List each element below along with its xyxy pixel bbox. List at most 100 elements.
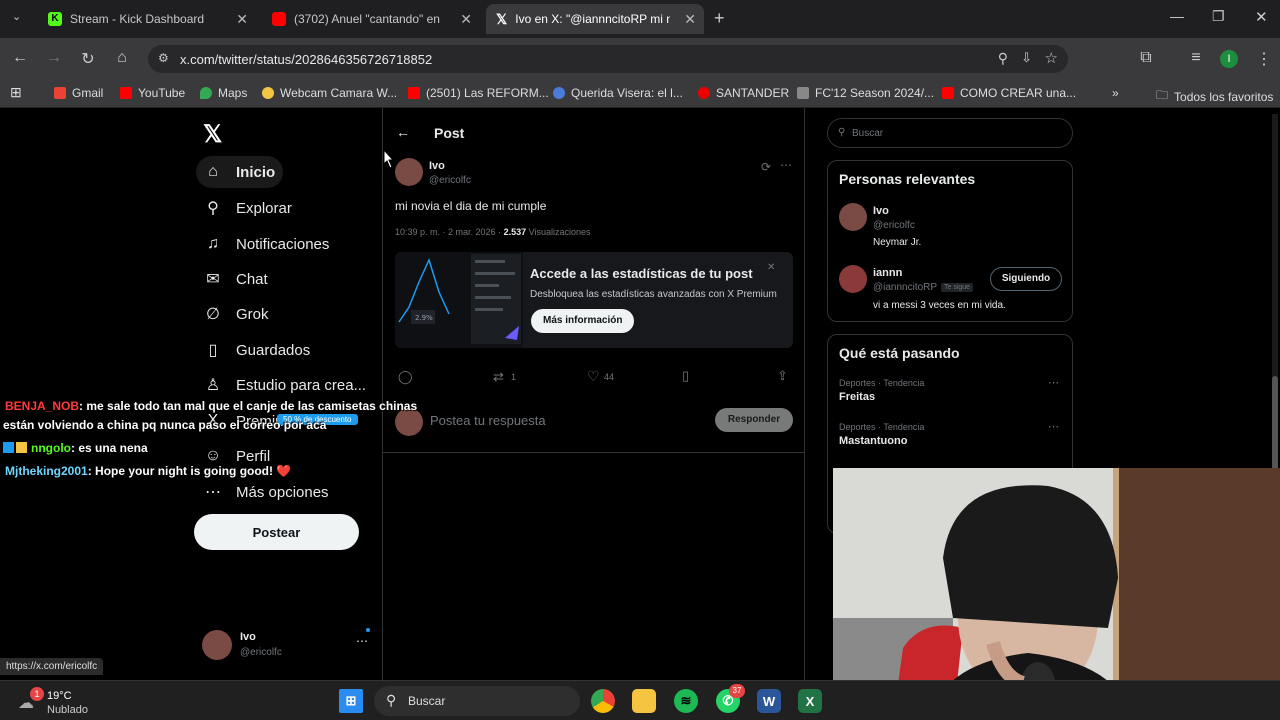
grok-icon[interactable]: ⟳ bbox=[761, 160, 771, 174]
bookmark-label: Todos los favoritos bbox=[1174, 89, 1274, 104]
reply-icon[interactable]: ◯ bbox=[398, 369, 413, 385]
weather-widget[interactable]: ☁ 1 19°C Nublado bbox=[14, 687, 124, 717]
back-icon[interactable]: ← bbox=[10, 49, 30, 67]
bookmark-webcam[interactable]: Webcam Camara W... bbox=[262, 86, 397, 100]
bookmark-label: Gmail bbox=[72, 86, 104, 100]
chat-text: : es una nena bbox=[70, 441, 148, 455]
word-icon[interactable]: W bbox=[757, 689, 781, 713]
zoom-icon[interactable]: ⚲ bbox=[998, 50, 1008, 67]
bell-icon: ♫ bbox=[207, 235, 219, 252]
profile-icon: ☺ bbox=[204, 447, 222, 464]
more-horizontal-icon[interactable]: ⋯ bbox=[1048, 420, 1059, 433]
sidebar-item-estudio[interactable]: ♙ Estudio para crea... bbox=[196, 369, 374, 401]
santander-icon bbox=[698, 87, 710, 99]
minimize-icon[interactable]: — bbox=[1170, 8, 1184, 24]
search-icon: ⚲ bbox=[207, 200, 219, 217]
tab-list-chevron-icon[interactable]: ⌄ bbox=[12, 10, 21, 23]
share-icon[interactable]: ⇪ bbox=[777, 368, 788, 384]
bookmark-gmail[interactable]: Gmail bbox=[54, 86, 103, 100]
sidebar-item-guardados[interactable]: ▯ Guardados bbox=[196, 334, 318, 366]
install-icon[interactable]: ⇩ bbox=[1021, 50, 1032, 66]
trend-item[interactable]: Deportes · Tendencia Mastantuono bbox=[839, 422, 924, 447]
weather-desc: Nublado bbox=[47, 704, 88, 716]
post-text: mi novia el dia de mi cumple bbox=[395, 199, 547, 213]
tab-youtube[interactable]: (3702) Anuel "cantando" en La ✕ bbox=[262, 4, 480, 34]
bookmarks-bar: ⊞ Gmail YouTube Maps Webcam Camara W... … bbox=[0, 80, 1280, 108]
reply-input[interactable]: Postea tu respuesta bbox=[430, 413, 546, 428]
close-window-icon[interactable]: ✕ bbox=[1255, 8, 1268, 26]
following-button[interactable]: Siguiendo bbox=[990, 267, 1062, 291]
menu-kebab-icon[interactable]: ⋮ bbox=[1254, 49, 1274, 69]
more-horizontal-icon[interactable]: ⋯ bbox=[780, 158, 792, 172]
avatar[interactable] bbox=[839, 265, 867, 293]
more-bookmarks-icon[interactable]: » bbox=[1112, 86, 1119, 100]
tab-label: Ivo en X: "@iannncitoRP mi nov bbox=[515, 12, 671, 26]
chat-user: Mjtheking2001 bbox=[5, 464, 88, 478]
extensions-icon[interactable]: ⧉ bbox=[1136, 49, 1156, 67]
bookmark-youtube[interactable]: YouTube bbox=[120, 86, 185, 100]
reload-icon[interactable]: ↻ bbox=[78, 49, 98, 69]
post-button[interactable]: Postear bbox=[194, 514, 359, 550]
close-tab-icon[interactable]: ✕ bbox=[460, 11, 472, 28]
bookmark-fc12[interactable]: FC'12 Season 2024/... bbox=[797, 86, 934, 100]
bookmark-como-crear[interactable]: COMO CREAR una... bbox=[942, 86, 1076, 100]
close-tab-icon[interactable]: ✕ bbox=[236, 11, 248, 28]
youtube-icon bbox=[408, 87, 420, 99]
sidebar-item-grok[interactable]: ∅ Grok bbox=[196, 298, 277, 330]
bookmark-reformas[interactable]: (2501) Las REFORM... bbox=[408, 86, 549, 100]
home-icon[interactable]: ⌂ bbox=[112, 49, 132, 67]
taskbar-search[interactable]: ⚲ Buscar bbox=[374, 686, 580, 716]
tab-x-post[interactable]: 𝕏 Ivo en X: "@iannncitoRP mi nov ✕ bbox=[486, 4, 704, 34]
person-handle: @ericolfc bbox=[873, 220, 915, 231]
file-explorer-icon[interactable] bbox=[632, 689, 656, 713]
bookmark-maps[interactable]: Maps bbox=[200, 86, 247, 100]
star-icon[interactable]: ☆ bbox=[1045, 49, 1058, 67]
chat-text: : me sale todo tan mal que el canje de l… bbox=[79, 399, 418, 413]
person-name[interactable]: iannn bbox=[873, 267, 902, 279]
author-name[interactable]: Ivo bbox=[429, 160, 445, 172]
back-arrow-icon[interactable]: ← bbox=[396, 124, 410, 140]
all-favorites-folder[interactable]: 🗀 Todos los favoritos bbox=[1156, 86, 1273, 107]
sidebar-item-chat[interactable]: ✉ Chat bbox=[196, 263, 276, 295]
windows-start-icon[interactable]: ⊞ bbox=[339, 689, 363, 713]
sidebar-item-notificaciones[interactable]: ♫ Notificaciones bbox=[196, 228, 337, 260]
tab-kick[interactable]: K Stream - Kick Dashboard ✕ bbox=[38, 4, 256, 34]
reply-button[interactable]: Responder bbox=[715, 408, 793, 432]
media-icon[interactable]: ≡ bbox=[1186, 49, 1206, 67]
avatar[interactable] bbox=[839, 203, 867, 231]
sidebar-item-explorar[interactable]: ⚲ Explorar bbox=[196, 192, 300, 224]
apps-grid-icon[interactable]: ⊞ bbox=[10, 84, 22, 101]
bookmark-label: Maps bbox=[218, 86, 248, 100]
trend-item[interactable]: Deportes · Tendencia Freitas bbox=[839, 378, 924, 403]
x-logo-icon[interactable]: 𝕏 bbox=[203, 120, 222, 149]
more-horizontal-icon[interactable]: ⋯ bbox=[356, 634, 368, 648]
forward-icon[interactable]: → bbox=[44, 49, 64, 67]
excel-icon[interactable]: X bbox=[798, 689, 822, 713]
avatar[interactable] bbox=[395, 158, 423, 186]
sidebar-item-inicio[interactable]: ⌂ Inicio bbox=[196, 156, 284, 188]
address-bar[interactable]: ⚙ x.com/twitter/status/20286463567267188… bbox=[148, 45, 1068, 73]
person-name[interactable]: Ivo bbox=[873, 205, 889, 217]
premium-promo-card: 2.9% Accede a las estadísticas de tu pos… bbox=[395, 252, 793, 348]
maximize-icon[interactable]: ❐ bbox=[1212, 8, 1225, 25]
search-input[interactable]: ⚲ Buscar bbox=[827, 118, 1073, 148]
bookmark-label: Querida Visera: el l... bbox=[571, 86, 683, 100]
more-horizontal-icon[interactable]: ⋯ bbox=[1048, 376, 1059, 389]
new-tab-button[interactable]: + bbox=[714, 8, 725, 29]
account-switcher[interactable]: Ivo @ericolfc ⋯ bbox=[200, 628, 376, 664]
bookmark-santander[interactable]: SANTANDER bbox=[698, 86, 789, 100]
sidebar-item-mas-opciones[interactable]: ⋯ Más opciones bbox=[196, 476, 337, 508]
repost-icon[interactable]: ⇄ bbox=[493, 369, 504, 385]
close-icon[interactable]: ✕ bbox=[767, 262, 775, 273]
profile-avatar[interactable]: I bbox=[1220, 50, 1238, 68]
chrome-icon[interactable] bbox=[591, 689, 615, 713]
like-icon[interactable]: ♡ bbox=[587, 368, 600, 385]
trend-category: Deportes · Tendencia bbox=[839, 378, 925, 388]
bookmark-visera[interactable]: Querida Visera: el l... bbox=[553, 86, 683, 100]
more-info-button[interactable]: Más información bbox=[531, 309, 635, 333]
whatsapp-badge: 37 bbox=[729, 684, 745, 698]
spotify-icon[interactable]: ≋ bbox=[674, 689, 698, 713]
bookmark-icon[interactable]: ▯ bbox=[682, 368, 689, 384]
close-tab-icon[interactable]: ✕ bbox=[684, 11, 696, 28]
site-info-icon[interactable]: ⚙ bbox=[158, 51, 169, 65]
